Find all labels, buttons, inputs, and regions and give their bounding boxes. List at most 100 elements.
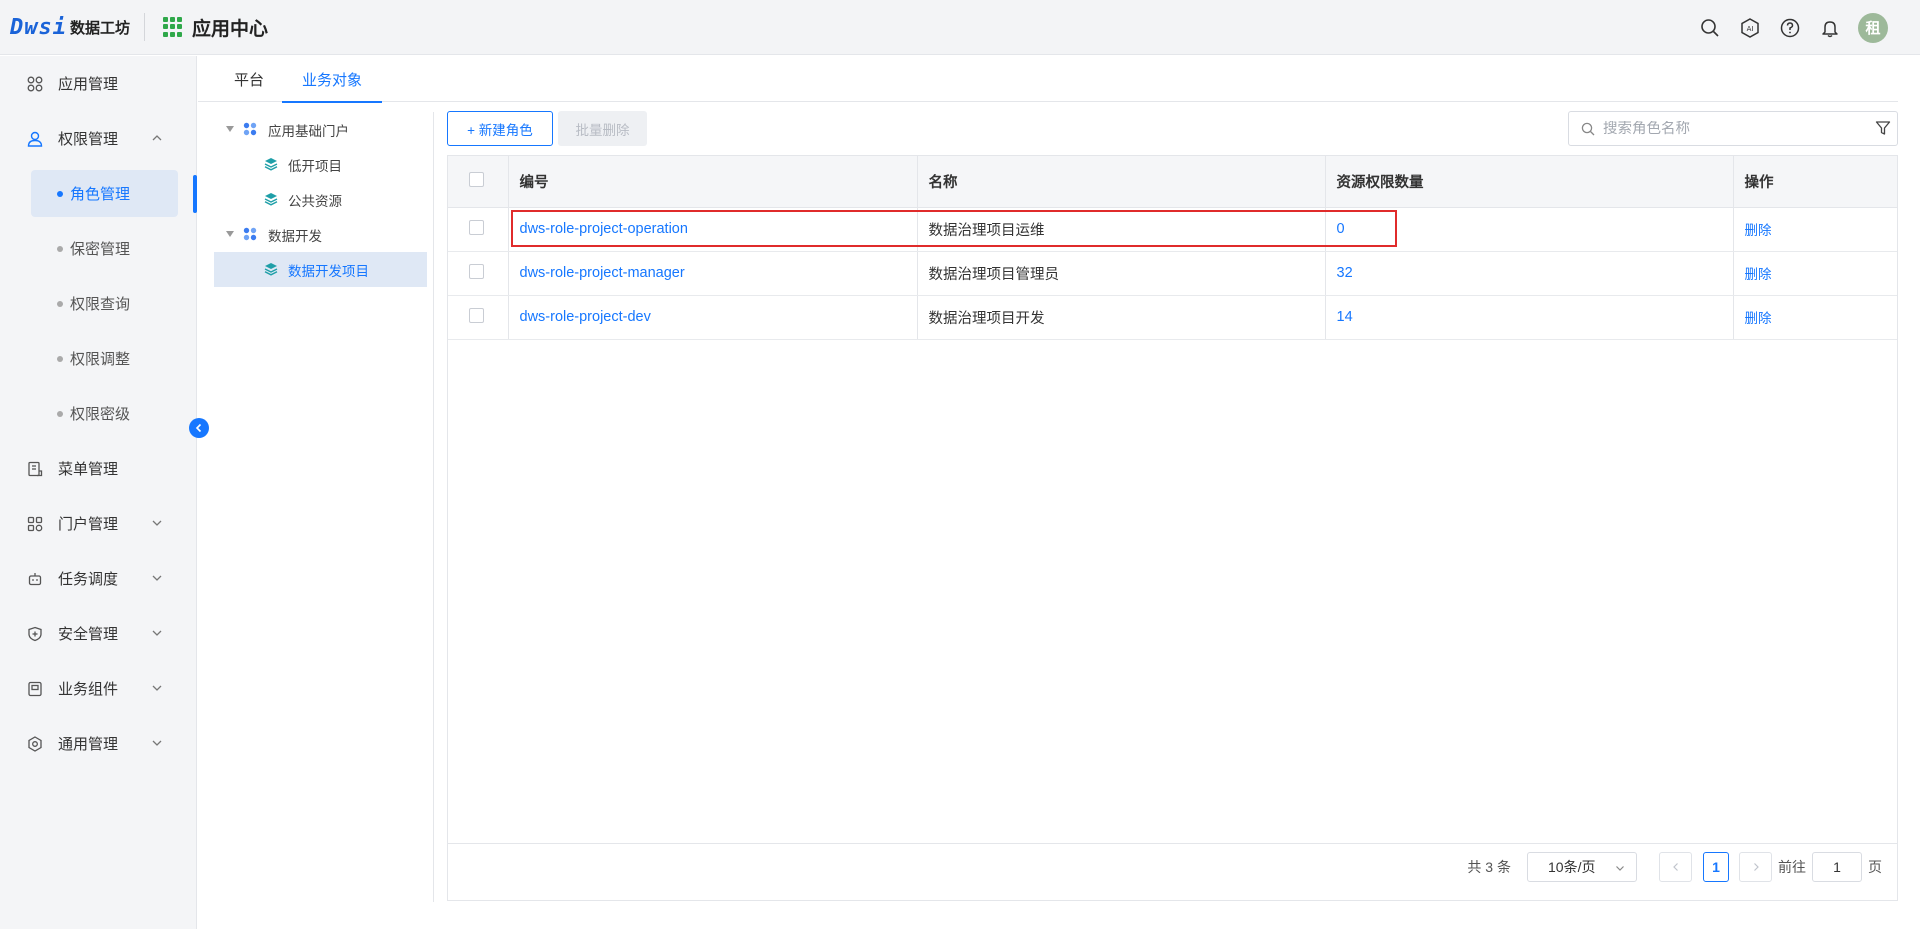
- tree-node-app-portal[interactable]: 应用基础门户: [214, 112, 433, 147]
- resource-count-link[interactable]: 14: [1337, 309, 1353, 325]
- column-header-name: 名称: [917, 156, 1326, 208]
- table-row: dws-role-project-dev 数据治理项目开发 14 删除: [448, 295, 1897, 340]
- sidebar-item-general-management[interactable]: 通用管理: [0, 716, 196, 771]
- column-header-code: 编号: [508, 156, 918, 208]
- sidebar-item-security-management[interactable]: 安全管理: [0, 606, 196, 661]
- row-checkbox[interactable]: [469, 219, 484, 235]
- shield-icon: [26, 625, 44, 643]
- tree-node-data-dev[interactable]: 数据开发: [214, 217, 433, 252]
- sidebar-item-label: 应用管理: [58, 76, 119, 93]
- apps-icon: [26, 75, 44, 93]
- sidebar-item-permission-management[interactable]: 权限管理: [0, 111, 196, 166]
- row-checkbox[interactable]: [469, 307, 484, 323]
- sidebar-collapse-button[interactable]: [189, 418, 209, 438]
- chevron-left-icon: [1672, 863, 1678, 871]
- tree-node-lowcode-project[interactable]: 低开项目: [214, 147, 433, 182]
- prev-page-button[interactable]: [1659, 852, 1692, 882]
- search-box: [1568, 111, 1898, 146]
- filter-icon[interactable]: [1875, 120, 1891, 139]
- chevron-left-icon: [195, 423, 202, 433]
- sidebar-item-label: 菜单管理: [58, 461, 119, 478]
- pagination: 共 3 条 10条/页 1 前往 页: [447, 843, 1898, 887]
- group-icon: [243, 227, 257, 244]
- sidebar-item-business-components[interactable]: 业务组件: [0, 661, 196, 716]
- roles-table: 编号 名称 资源权限数量 操作 dws-role-project-operati…: [447, 155, 1898, 901]
- page-number-button[interactable]: 1: [1703, 852, 1729, 882]
- tree-node-data-dev-project[interactable]: 数据开发项目: [214, 252, 427, 287]
- user-icon: [26, 130, 44, 148]
- goto-page-input[interactable]: [1812, 852, 1862, 882]
- active-indicator: [193, 175, 197, 213]
- page-size-select[interactable]: 10条/页: [1527, 852, 1637, 882]
- group-icon: [243, 122, 257, 139]
- search-input[interactable]: [1603, 120, 1863, 137]
- resource-count-link[interactable]: 0: [1337, 221, 1345, 237]
- select-all-checkbox[interactable]: [469, 171, 484, 187]
- sidebar-item-label: 门户管理: [58, 516, 119, 533]
- sidebar-subitem-secrecy-management[interactable]: 保密管理: [0, 221, 196, 276]
- sidebar-subitem-label: 角色管理: [70, 186, 131, 203]
- goto-label: 前往: [1778, 859, 1806, 875]
- help-icon[interactable]: [1778, 16, 1802, 40]
- new-role-button[interactable]: + 新建角色: [447, 111, 553, 146]
- sidebar-item-menu-management[interactable]: 菜单管理: [0, 441, 196, 496]
- sidebar-subitem-label: 保密管理: [70, 241, 131, 258]
- sidebar-item-app-management[interactable]: 应用管理: [0, 56, 196, 111]
- sidebar-subitem-role-management[interactable]: 角色管理: [0, 166, 196, 221]
- sidebar-item-label: 任务调度: [58, 571, 119, 588]
- tab-business-object[interactable]: 业务对象: [282, 56, 383, 103]
- tree-node-label: 数据开发: [268, 228, 322, 244]
- sidebar-subitem-label: 权限密级: [70, 406, 131, 423]
- page-suffix: 页: [1868, 859, 1882, 875]
- delete-link[interactable]: 删除: [1745, 223, 1772, 238]
- chevron-down-icon: [151, 736, 163, 753]
- table-row: dws-role-project-manager 数据治理项目管理员 32 删除: [448, 251, 1897, 296]
- avatar[interactable]: 租: [1858, 12, 1888, 43]
- app-grid-icon[interactable]: [163, 17, 183, 37]
- chevron-down-icon: [151, 626, 163, 643]
- object-tree: 应用基础门户 低开项目 公共资源 数据开发 数据开发项目: [214, 112, 434, 902]
- sidebar-subitem-permission-adjust[interactable]: 权限调整: [0, 331, 196, 386]
- search-icon[interactable]: [1698, 16, 1722, 40]
- column-header-resource-count: 资源权限数量: [1325, 156, 1734, 208]
- role-name: 数据治理项目开发: [917, 295, 1326, 340]
- tree-node-public-resource[interactable]: 公共资源: [214, 182, 433, 217]
- role-code-link[interactable]: dws-role-project-manager: [520, 265, 685, 281]
- delete-link[interactable]: 删除: [1745, 267, 1772, 282]
- delete-link[interactable]: 删除: [1745, 311, 1772, 326]
- caret-down-icon[interactable]: [226, 231, 234, 237]
- role-code-link[interactable]: dws-role-project-operation: [520, 221, 688, 237]
- sidebar-subitem-permission-query[interactable]: 权限查询: [0, 276, 196, 331]
- resource-count-link[interactable]: 32: [1337, 265, 1353, 281]
- sidebar-subitem-label: 权限查询: [70, 296, 131, 313]
- caret-down-icon[interactable]: [226, 126, 234, 132]
- chevron-down-icon: [151, 681, 163, 698]
- robot-icon: [26, 570, 44, 588]
- role-name: 数据治理项目运维: [917, 207, 1326, 252]
- next-page-button[interactable]: [1739, 852, 1772, 882]
- row-checkbox[interactable]: [469, 263, 484, 279]
- sidebar-subitem-permission-level[interactable]: 权限密级: [0, 386, 196, 441]
- ai-icon[interactable]: AI: [1738, 16, 1762, 40]
- table-header-row: 编号 名称 资源权限数量 操作: [448, 156, 1897, 208]
- sidebar: 应用管理 权限管理 角色管理 保密管理 权限查询 权限调整 权限密级 菜单管理: [0, 56, 197, 929]
- sidebar-item-label: 权限管理: [58, 131, 119, 148]
- app-title: 应用中心: [192, 18, 269, 40]
- sidebar-item-portal-management[interactable]: 门户管理: [0, 496, 196, 551]
- menu-doc-icon: [26, 460, 44, 478]
- role-code-link[interactable]: dws-role-project-dev: [520, 309, 651, 325]
- svg-text:AI: AI: [1747, 25, 1754, 33]
- sidebar-item-task-scheduling[interactable]: 任务调度: [0, 551, 196, 606]
- portal-icon: [26, 515, 44, 533]
- logo[interactable]: Dwsi 数据工坊: [10, 0, 130, 55]
- bell-icon[interactable]: [1818, 16, 1842, 40]
- tabs: 平台 业务对象: [198, 56, 1898, 103]
- logo-mark: Dwsi: [10, 14, 67, 40]
- batch-delete-button[interactable]: 批量删除: [558, 111, 647, 146]
- column-header-action: 操作: [1733, 156, 1897, 208]
- sidebar-subitem-label: 权限调整: [70, 351, 131, 368]
- header-divider: [144, 13, 145, 41]
- layers-icon: [264, 157, 278, 174]
- tab-platform[interactable]: 平台: [216, 56, 282, 102]
- layers-icon: [264, 192, 278, 209]
